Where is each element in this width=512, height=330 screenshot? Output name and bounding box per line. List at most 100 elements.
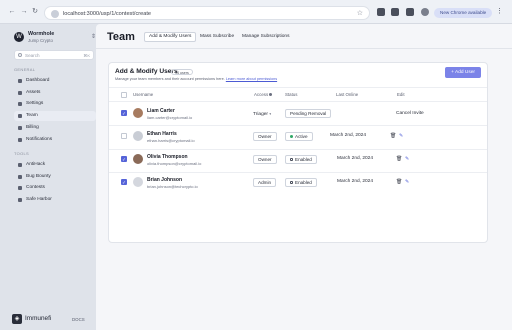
dashboard-icon [18, 79, 22, 83]
access-header-label: Access [254, 92, 269, 97]
sidebar-item-label: Team [26, 113, 38, 118]
chrome-update-button[interactable]: New Chrome available [434, 8, 493, 18]
forward-icon[interactable]: → [20, 8, 28, 16]
status-value: Active [295, 134, 308, 139]
section-label-general: GENERAL [14, 67, 36, 72]
status-value: Enabled [295, 180, 312, 185]
sidebar-item-bug-bounty[interactable]: Bug Bounty [14, 172, 96, 182]
cancel-invite-button[interactable]: Cancel Invite [396, 111, 424, 117]
search-input[interactable]: Search ⌘K [14, 50, 94, 60]
active-dot-icon [290, 135, 293, 139]
row-checkbox[interactable]: ✓ [121, 156, 127, 162]
status-badge: Active [285, 132, 313, 141]
divider [109, 149, 487, 150]
tab-mass-subscribe[interactable]: Mass Subscribe [196, 32, 238, 42]
column-header-status: Status [285, 92, 298, 97]
card-description: Manage your team members and their accou… [115, 77, 277, 82]
sidebar-item-contests[interactable]: Contests [14, 183, 96, 193]
add-user-button[interactable]: + Add User [445, 67, 481, 78]
user-email: olivia.thompson@cryptomail.io [147, 161, 202, 166]
user-email: brian.johnson@techcrypto.io [147, 184, 198, 189]
extension-flask-icon[interactable] [406, 8, 414, 16]
sidebar-item-team[interactable]: Team [14, 111, 96, 121]
pencil-icon[interactable]: ✎ [405, 179, 409, 185]
pencil-icon[interactable]: ✎ [399, 133, 403, 139]
sidebar-item-notifications[interactable]: Notifications [14, 135, 96, 145]
billing-icon [18, 126, 22, 130]
status-badge: Enabled [285, 178, 317, 187]
sidebar-item-label: AntiHack [26, 162, 46, 167]
org-switcher[interactable]: W Wormhole Jump Crypto ⇕ [14, 30, 96, 46]
section-label-tools: TOOLS [14, 151, 29, 156]
sidebar-item-billing[interactable]: Billing [14, 123, 96, 133]
sidebar-item-label: Bug Bounty [26, 174, 51, 179]
access-badge[interactable]: Owner [253, 132, 277, 141]
row-checkbox[interactable] [121, 133, 127, 139]
last-online: March 2nd, 2024 [337, 156, 374, 161]
access-select[interactable]: Triager ▾ [253, 111, 271, 118]
description-text: Manage your team members and their accou… [115, 77, 225, 81]
row-checkbox[interactable]: ✓ [121, 110, 127, 116]
access-value: Triager [253, 112, 269, 117]
user-email: liam.carter@cryptomail.io [147, 115, 193, 120]
access-badge[interactable]: Owner [253, 155, 277, 164]
sidebar-item-label: Dashboard [26, 78, 50, 83]
url-text[interactable]: localhost:3000/usp/1/contest/create [63, 10, 151, 18]
status-value: Enabled [295, 157, 312, 162]
sidebar-item-dashboard[interactable]: Dashboard [14, 76, 96, 86]
browser-menu-icon[interactable]: ⋮ [496, 7, 503, 16]
divider [109, 125, 487, 126]
shield-icon [18, 198, 22, 202]
sidebar-item-assets[interactable]: Assets [14, 88, 96, 98]
gear-icon [18, 102, 22, 106]
bookmark-star-icon[interactable]: ☆ [357, 9, 363, 18]
info-icon[interactable] [269, 93, 273, 97]
select-all-checkbox[interactable] [121, 92, 127, 98]
site-info-icon[interactable] [51, 10, 59, 18]
address-bar[interactable]: localhost:3000/usp/1/contest/create ☆ [44, 6, 370, 20]
docs-link[interactable]: DOCS [72, 317, 85, 323]
row-checkbox[interactable]: ✓ [121, 179, 127, 185]
user-count-badge: 14 users [171, 69, 193, 75]
chevron-down-icon: ▾ [269, 112, 272, 116]
tab-manage-subscriptions[interactable]: Manage Subscriptions [238, 32, 293, 42]
trash-icon[interactable]: 🗑 [390, 133, 396, 139]
lock-icon [290, 158, 293, 162]
main-content: Team Add & Modify Users Mass Subscribe M… [96, 24, 512, 330]
search-icon [18, 53, 22, 57]
bell-icon [18, 138, 22, 142]
back-icon[interactable]: ← [8, 8, 16, 16]
learn-more-link[interactable]: Learn more about permissions [226, 77, 277, 81]
page-title: Team [107, 31, 135, 43]
trophy-icon [18, 186, 22, 190]
sidebar-item-safe-harbor[interactable]: Safe Harbor [14, 195, 96, 205]
profile-avatar-icon[interactable] [421, 8, 429, 16]
users-card: Add & Modify Users 14 users Manage your … [108, 62, 488, 243]
header-divider [96, 48, 512, 49]
assets-icon [18, 91, 22, 95]
sidebar-item-antihack[interactable]: AntiHack [14, 160, 96, 170]
access-badge[interactable]: Admin [253, 178, 277, 187]
column-header-username: Username [133, 92, 154, 97]
pencil-icon[interactable]: ✎ [405, 156, 409, 162]
last-online: March 2nd, 2024 [337, 179, 374, 184]
last-online: March 2nd, 2024 [330, 133, 367, 138]
search-shortcut: ⌘K [83, 53, 90, 58]
extension-screen-icon[interactable] [377, 8, 385, 16]
avatar [133, 154, 143, 164]
tab-add-modify-users[interactable]: Add & Modify Users [144, 32, 197, 42]
team-icon [18, 114, 22, 118]
status-badge: Pending Removal [285, 109, 332, 118]
extension-puzzle-icon[interactable] [391, 8, 399, 16]
trash-icon[interactable]: 🗑 [396, 156, 402, 162]
sidebar-item-label: Notifications [26, 137, 53, 142]
user-name: Liam Carter [147, 108, 175, 114]
avatar [133, 108, 143, 118]
browser-toolbar: ← → ↻ localhost:3000/usp/1/contest/creat… [0, 0, 512, 24]
sidebar-item-label: Safe Harbor [26, 197, 52, 202]
sidebar-item-settings[interactable]: Settings [14, 99, 96, 109]
sidebar-item-label: Settings [26, 101, 44, 106]
trash-icon[interactable]: 🗑 [396, 179, 402, 185]
reload-icon[interactable]: ↻ [31, 8, 39, 16]
immunefi-logo-icon: ◈ [12, 314, 22, 324]
